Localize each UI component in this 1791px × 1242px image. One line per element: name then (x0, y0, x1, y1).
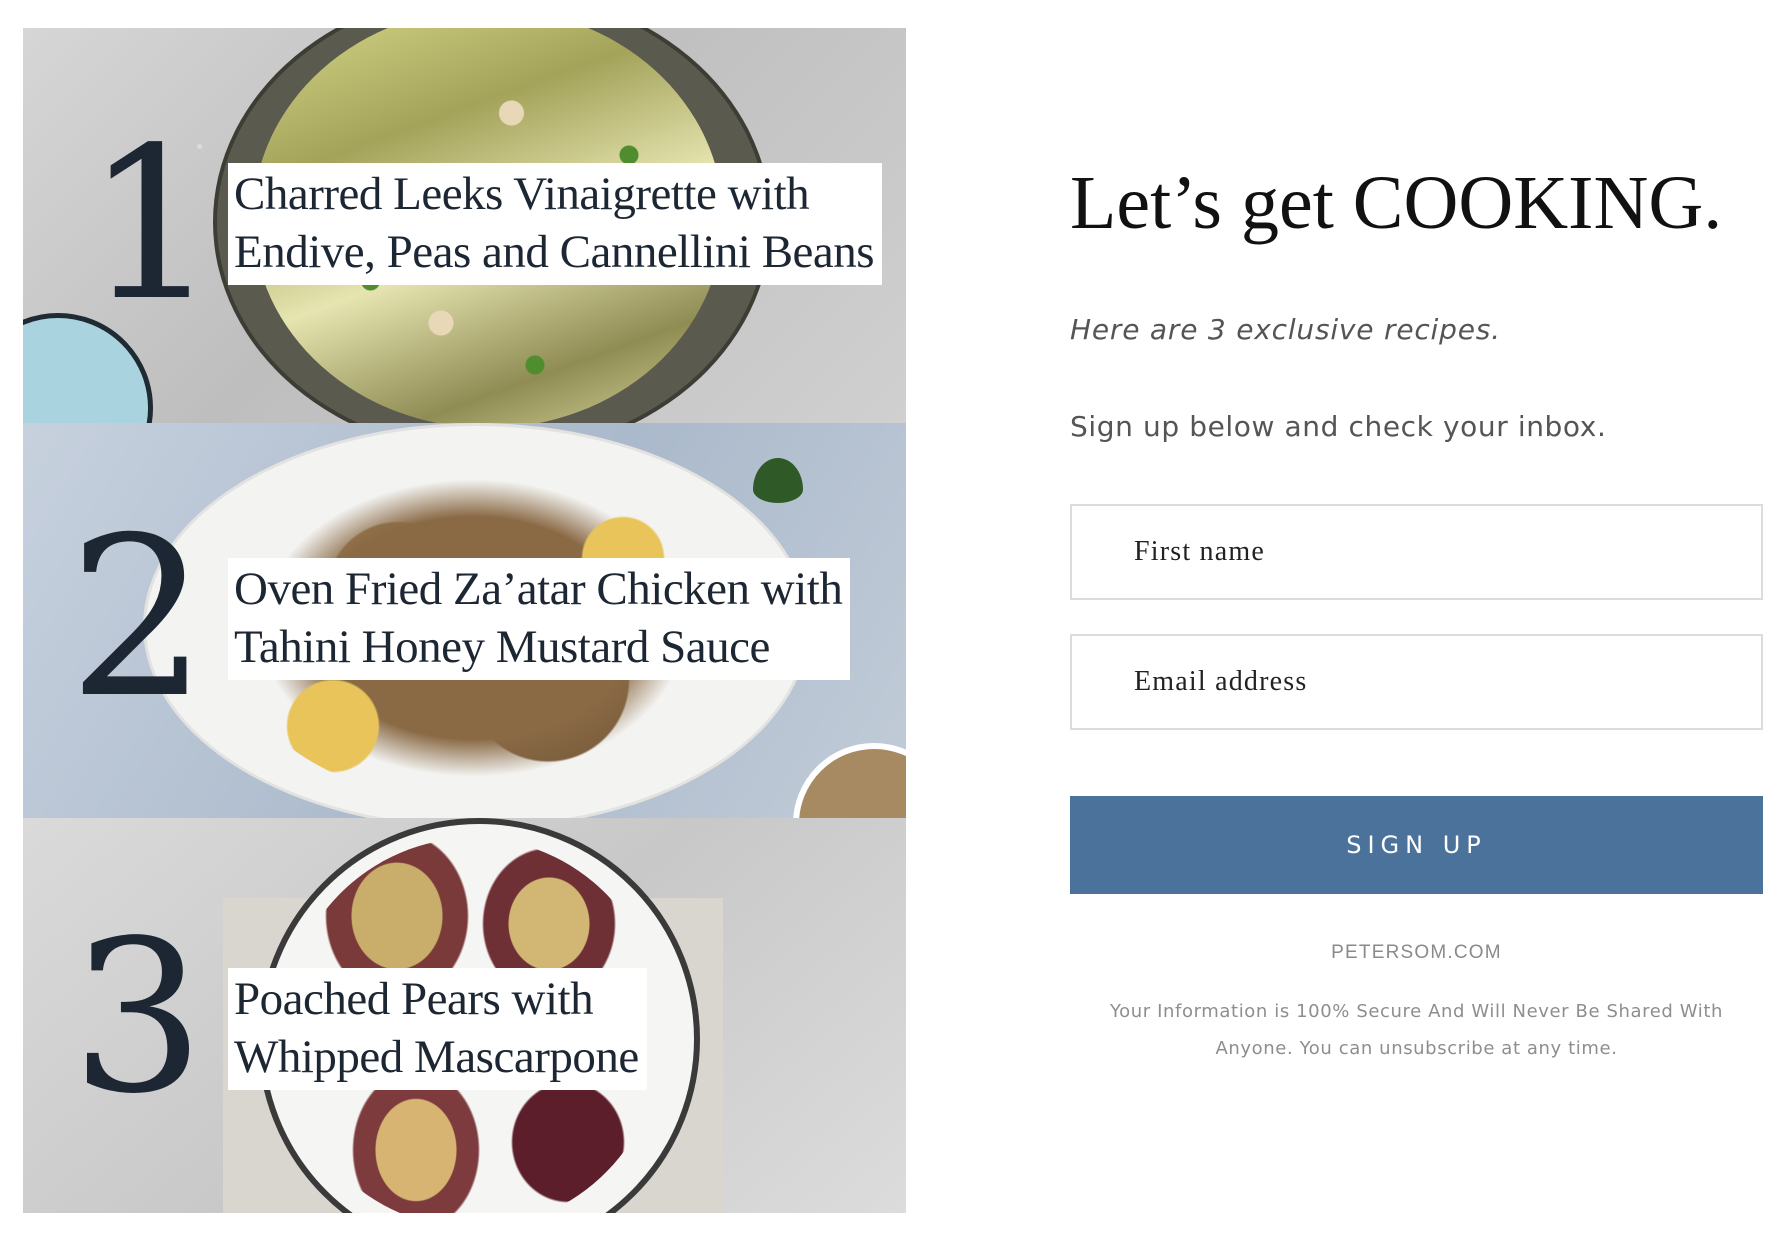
recipe-number-2: 2 (68, 490, 208, 746)
privacy-disclaimer: Your Information is 100% Secure And Will… (1070, 993, 1763, 1067)
privacy-disclaimer-line-1: Your Information is 100% Secure And Will… (1109, 1001, 1724, 1022)
signup-instructions: Sign up below and check your inbox. (1070, 410, 1607, 443)
recipe-number-3: 3 (71, 895, 205, 1140)
first-name-field[interactable] (1070, 504, 1763, 600)
recipe-panel-1: 1 Charred Leeks Vinaigrette with Endive,… (23, 28, 906, 423)
recipe-title-2-line-2: Tahini Honey Mustard Sauce (234, 621, 770, 673)
page-headline: Let’s get COOKING. (1070, 161, 1723, 245)
site-label: PETERSOM.COM (1331, 942, 1502, 963)
recipe-title-1-line-1: Charred Leeks Vinaigrette with (234, 168, 810, 220)
recipe-panel-2: 2 Oven Fried Za’atar Chicken with Tahini… (23, 423, 906, 818)
recipe-title-1: Charred Leeks Vinaigrette with Endive, P… (228, 163, 883, 285)
subheadline: Here are 3 exclusive recipes. (1070, 313, 1501, 346)
recipe-collage: 1 Charred Leeks Vinaigrette with Endive,… (23, 28, 906, 1213)
recipe-title-3-line-2: Whipped Mascarpone (234, 1031, 639, 1083)
recipe-title-3-line-1: Poached Pears with (234, 973, 594, 1025)
signup-form: Let’s get COOKING. Here are 3 exclusive … (1070, 0, 1770, 1242)
recipe-panel-3: 3 Poached Pears with Whipped Mascarpone (23, 818, 906, 1213)
privacy-disclaimer-line-2: Anyone. You can unsubscribe at any time. (1215, 1038, 1618, 1059)
email-field[interactable] (1070, 634, 1763, 730)
recipe-title-1-line-2: Endive, Peas and Cannellini Beans (234, 226, 875, 278)
recipe-number-1: 1 (85, 102, 219, 347)
sign-up-button[interactable]: SIGN UP (1070, 796, 1763, 894)
recipe-title-3: Poached Pears with Whipped Mascarpone (228, 968, 647, 1090)
recipe-title-2-line-1: Oven Fried Za’atar Chicken with (234, 563, 843, 615)
recipe-title-2: Oven Fried Za’atar Chicken with Tahini H… (228, 558, 851, 680)
